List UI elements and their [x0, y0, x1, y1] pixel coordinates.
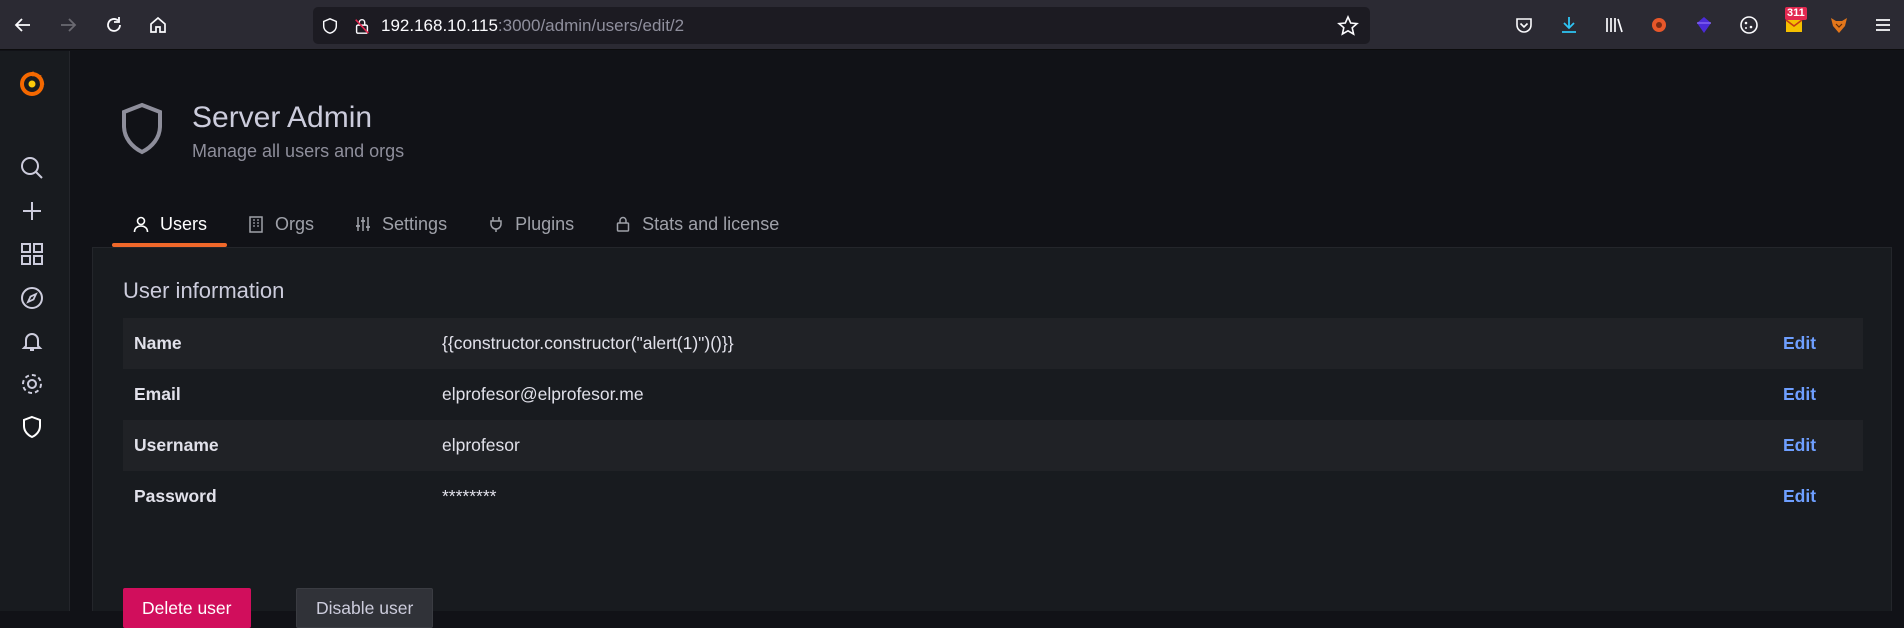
- back-button[interactable]: [8, 10, 38, 40]
- url-bar[interactable]: 192.168.10.115:3000/admin/users/edit/2: [313, 7, 1370, 44]
- page-subtitle: Manage all users and orgs: [192, 141, 405, 161]
- table-row: Email elprofesor@elprofesor.me Edit: [123, 369, 1863, 420]
- library-icon[interactable]: [1601, 12, 1627, 38]
- row-label: Name: [134, 333, 182, 353]
- browser-toolbar: 192.168.10.115:3000/admin/users/edit/2 3…: [0, 0, 1904, 50]
- search-icon[interactable]: [17, 153, 47, 183]
- sliders-icon: [356, 217, 371, 231]
- shield-icon[interactable]: [17, 412, 47, 442]
- reload-icon: [107, 17, 121, 32]
- extension-icon[interactable]: [1646, 12, 1672, 38]
- tab-orgs[interactable]: Orgs: [227, 201, 334, 247]
- compass-icon[interactable]: [17, 283, 47, 313]
- main-content: Server Admin Manage all users and orgs U…: [70, 51, 1904, 628]
- dashboards-icon[interactable]: [17, 239, 47, 269]
- home-icon: [150, 16, 166, 33]
- edit-email-button[interactable]: Edit: [1783, 384, 1863, 405]
- pocket-icon[interactable]: [1511, 12, 1537, 38]
- row-value: {{constructor.constructor("alert(1)")()}…: [442, 333, 734, 353]
- plus-icon[interactable]: [17, 196, 47, 226]
- user-information-panel: User information Name {{constructor.cons…: [92, 247, 1892, 628]
- extension-icon[interactable]: [1691, 12, 1717, 38]
- page-title: Server Admin: [192, 101, 373, 134]
- forward-button[interactable]: [53, 10, 83, 40]
- grafana-logo-icon[interactable]: [17, 69, 47, 99]
- tab-label: Users: [160, 213, 208, 234]
- delete-user-button[interactable]: Delete user: [123, 588, 251, 628]
- fox-icon[interactable]: [1826, 12, 1852, 38]
- tab-label: Orgs: [275, 213, 315, 234]
- tab-users[interactable]: Users: [112, 201, 228, 247]
- tab-stats-and-license[interactable]: Stats and license: [594, 201, 799, 247]
- back-icon: [14, 18, 30, 32]
- tab-label: Plugins: [515, 213, 575, 234]
- section-title: User information: [123, 278, 285, 303]
- cookie-icon[interactable]: [1736, 12, 1762, 38]
- shield-icon[interactable]: [319, 15, 341, 37]
- tab-plugins[interactable]: Plugins: [467, 201, 594, 247]
- building-icon: [249, 216, 263, 233]
- row-label: Email: [134, 384, 181, 404]
- plug-icon: [490, 217, 502, 232]
- reload-button[interactable]: [99, 10, 129, 40]
- user-info-table: Name {{constructor.constructor("alert(1)…: [123, 318, 1863, 522]
- row-label: Username: [134, 435, 219, 455]
- table-row: Name {{constructor.constructor("alert(1)…: [123, 318, 1863, 369]
- url-text[interactable]: 192.168.10.115:3000/admin/users/edit/2: [381, 16, 684, 36]
- shield-icon: [122, 102, 162, 155]
- gear-icon[interactable]: [17, 369, 47, 399]
- forward-icon: [61, 18, 77, 32]
- tab-settings[interactable]: Settings: [334, 201, 467, 247]
- home-button[interactable]: [143, 10, 173, 40]
- row-value: elprofesor@elprofesor.me: [442, 384, 644, 404]
- tab-bar: Users Orgs Settings Plugins Stats and li…: [112, 201, 799, 247]
- url-host: 192.168.10.115: [381, 15, 498, 35]
- mail-badge: 311: [1785, 7, 1807, 20]
- sidemenu: [0, 51, 70, 611]
- edit-username-button[interactable]: Edit: [1783, 435, 1863, 456]
- bell-icon[interactable]: [17, 326, 47, 356]
- bookmark-star-icon[interactable]: [1336, 14, 1360, 38]
- row-value: ********: [442, 486, 497, 506]
- edit-password-button[interactable]: Edit: [1783, 486, 1863, 507]
- menu-icon[interactable]: [1870, 12, 1896, 38]
- download-icon[interactable]: [1556, 12, 1582, 38]
- row-value: elprofesor: [442, 435, 520, 455]
- tab-label: Stats and license: [642, 213, 780, 234]
- lock-slash-icon[interactable]: [351, 15, 373, 37]
- table-row: Password ******** Edit: [123, 471, 1863, 522]
- lock-icon: [616, 216, 630, 232]
- tab-label: Settings: [382, 213, 448, 234]
- disable-user-button[interactable]: Disable user: [296, 588, 434, 628]
- user-icon: [133, 216, 149, 233]
- edit-name-button[interactable]: Edit: [1783, 333, 1863, 354]
- url-path: :3000/admin/users/edit/2: [497, 15, 685, 35]
- table-row: Username elprofesor Edit: [123, 420, 1863, 471]
- row-label: Password: [134, 486, 217, 506]
